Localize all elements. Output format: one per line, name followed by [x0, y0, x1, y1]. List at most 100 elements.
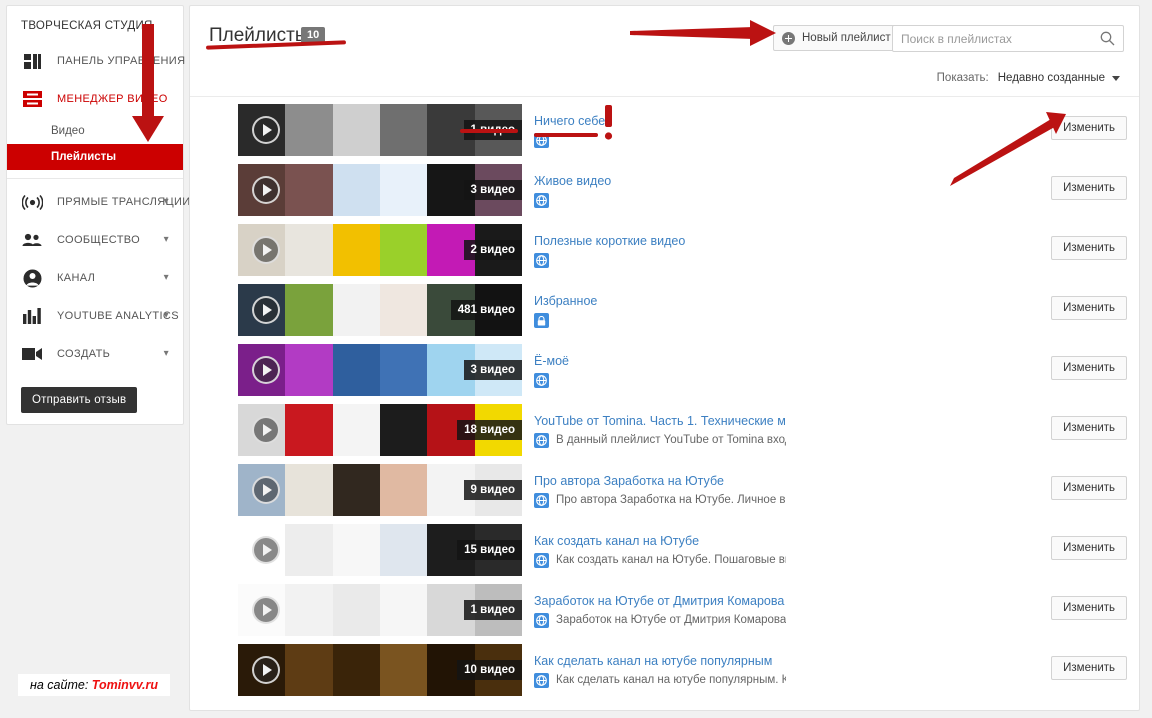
video-count-badge: 481 видео [450, 300, 522, 320]
playlist-title[interactable]: Как создать канал на Ютубе [534, 534, 786, 549]
edit-playlist-button[interactable]: Изменить [1051, 356, 1127, 380]
playlist-title[interactable]: Ё-моё [534, 354, 786, 369]
play-icon[interactable] [252, 176, 280, 204]
sidebar-subitem-playlists[interactable]: Плейлисты [7, 144, 183, 170]
search-box[interactable] [892, 25, 1124, 52]
sidebar-item-community[interactable]: СООБЩЕСТВО ▾ [7, 221, 183, 259]
edit-playlist-button[interactable]: Изменить [1051, 236, 1127, 260]
playlist-description: Как сделать канал на ютубе популярным. К… [556, 674, 786, 686]
public-globe-icon [534, 253, 549, 268]
playlist-subrow [534, 313, 786, 328]
playlist-title[interactable]: Избранное [534, 294, 786, 309]
play-icon[interactable] [252, 116, 280, 144]
create-camera-icon [21, 344, 43, 364]
channel-person-icon [21, 268, 43, 288]
dashboard-icon [21, 51, 43, 71]
playlist-row: 9 видео Про автора Заработка на Ютубе Про … [190, 464, 1139, 524]
page-root: ТВОРЧЕСКАЯ СТУДИЯ ПАНЕЛЬ УПРАВЛЕНИЯ МЕНЕ… [0, 0, 1152, 718]
playlist-meta: Ничего себе! [534, 114, 786, 148]
playlist-row: 15 видео Как создать канал на Ютубе Как со… [190, 524, 1139, 584]
video-count-badge: 1 видео [463, 120, 522, 140]
play-icon[interactable] [252, 656, 280, 684]
edit-playlist-button[interactable]: Изменить [1051, 536, 1127, 560]
chevron-down-icon[interactable]: ▾ [164, 311, 169, 321]
sidebar-item-youtube-analytics[interactable]: YOUTUBE ANALYTICS ▾ [7, 297, 183, 335]
playlist-title[interactable]: YouTube от Tomina. Часть 1. Технические … [534, 414, 786, 429]
playlist-thumbnail[interactable]: 1 видео [238, 104, 522, 156]
public-globe-icon [534, 553, 549, 568]
sort-dropdown[interactable]: Недавно созданные [998, 72, 1120, 84]
playlist-row: 481 видео Избранное Изменить [190, 284, 1139, 344]
play-icon[interactable] [252, 296, 280, 324]
playlist-row: 2 видео Полезные короткие видео Изменить [190, 224, 1139, 284]
playlist-thumbnail[interactable]: 2 видео [238, 224, 522, 276]
playlist-thumbnail[interactable]: 3 видео [238, 344, 522, 396]
sidebar-item-channel[interactable]: КАНАЛ ▾ [7, 259, 183, 297]
chevron-down-icon[interactable]: ▾ [164, 197, 169, 207]
sidebar-item-label: ПРЯМЫЕ ТРАНСЛЯЦИИ [57, 196, 191, 208]
sidebar-item-dashboard[interactable]: ПАНЕЛЬ УПРАВЛЕНИЯ [7, 42, 185, 80]
play-icon[interactable] [252, 356, 280, 384]
new-playlist-button[interactable]: Новый плейлист [773, 25, 902, 51]
public-globe-icon [534, 433, 549, 448]
playlist-title[interactable]: Про автора Заработка на Ютубе [534, 474, 786, 489]
playlist-thumbnail[interactable]: 1 видео [238, 584, 522, 636]
play-icon[interactable] [252, 596, 280, 624]
playlist-count-badge: 10 [301, 27, 326, 43]
playlist-title[interactable]: Полезные короткие видео [534, 234, 786, 249]
play-icon[interactable] [252, 236, 280, 264]
public-globe-icon [534, 193, 549, 208]
chevron-down-icon[interactable]: ▾ [164, 349, 169, 359]
play-icon[interactable] [252, 416, 280, 444]
send-feedback-button[interactable]: Отправить отзыв [21, 387, 138, 413]
playlist-title[interactable]: Заработок на Ютубе от Дмитрия Комарова [534, 594, 786, 609]
playlist-thumbnail[interactable]: 15 видео [238, 524, 522, 576]
playlist-subrow [534, 373, 786, 388]
edit-playlist-button[interactable]: Изменить [1051, 116, 1127, 140]
caret-down-icon [1112, 75, 1120, 81]
sidebar-item-live-broadcast[interactable]: ПРЯМЫЕ ТРАНСЛЯЦИИ ▾ [7, 183, 190, 221]
playlist-thumbnail[interactable]: 481 видео [238, 284, 522, 336]
public-globe-icon [534, 673, 549, 688]
sidebar-subitem-videos[interactable]: Видео [7, 118, 183, 144]
chevron-down-icon[interactable]: ▾ [164, 235, 169, 245]
edit-playlist-button[interactable]: Изменить [1051, 476, 1127, 500]
playlist-thumbnail[interactable]: 18 видео [238, 404, 522, 456]
sidebar-item-video-manager[interactable]: МЕНЕДЖЕР ВИДЕО [7, 80, 183, 118]
playlist-subrow: Как создать канал на Ютубе. Пошаговые ви… [534, 553, 786, 568]
edit-playlist-button[interactable]: Изменить [1051, 596, 1127, 620]
edit-playlist-button[interactable]: Изменить [1051, 416, 1127, 440]
feedback-section: Отправить отзыв [7, 373, 183, 413]
playlist-title[interactable]: Ничего себе! [534, 114, 786, 129]
video-manager-icon [21, 89, 43, 109]
watermark-site: Tominvv.ru [91, 678, 158, 692]
playlist-meta: Ё-моё [534, 354, 786, 388]
public-globe-icon [534, 133, 549, 148]
sidebar-item-create[interactable]: СОЗДАТЬ ▾ [7, 335, 183, 373]
playlist-row: 3 видео Живое видео Изменить [190, 164, 1139, 224]
content-card: Плейлисты 10 Новый плейлист Показать: [189, 5, 1140, 711]
play-icon[interactable] [252, 536, 280, 564]
sidebar-item-label: МЕНЕДЖЕР ВИДЕО [57, 93, 168, 105]
edit-playlist-button[interactable]: Изменить [1051, 656, 1127, 680]
play-icon[interactable] [252, 476, 280, 504]
playlist-subrow [534, 253, 786, 268]
playlist-title[interactable]: Как сделать канал на ютубе популярным [534, 654, 786, 669]
video-count-badge: 1 видео [463, 600, 522, 620]
sidebar-subitem-label: Плейлисты [51, 151, 117, 163]
edit-playlist-button[interactable]: Изменить [1051, 296, 1127, 320]
playlist-title[interactable]: Живое видео [534, 174, 786, 189]
edit-playlist-button[interactable]: Изменить [1051, 176, 1127, 200]
playlist-description: Как создать канал на Ютубе. Пошаговые ви… [556, 554, 786, 566]
search-input[interactable] [893, 26, 1093, 51]
chevron-down-icon[interactable]: ▾ [164, 273, 169, 283]
video-count-badge: 10 видео [457, 660, 522, 680]
playlist-description: Заработок на Ютубе от Дмитрия Комарова. … [556, 614, 786, 626]
playlist-thumbnail[interactable]: 9 видео [238, 464, 522, 516]
playlist-thumbnail[interactable]: 10 видео [238, 644, 522, 696]
playlist-thumbnail[interactable]: 3 видео [238, 164, 522, 216]
video-count-badge: 3 видео [463, 180, 522, 200]
content-header: Плейлисты 10 Новый плейлист Показать: [190, 6, 1139, 97]
video-count-badge: 3 видео [463, 360, 522, 380]
search-icon[interactable] [1100, 31, 1115, 46]
